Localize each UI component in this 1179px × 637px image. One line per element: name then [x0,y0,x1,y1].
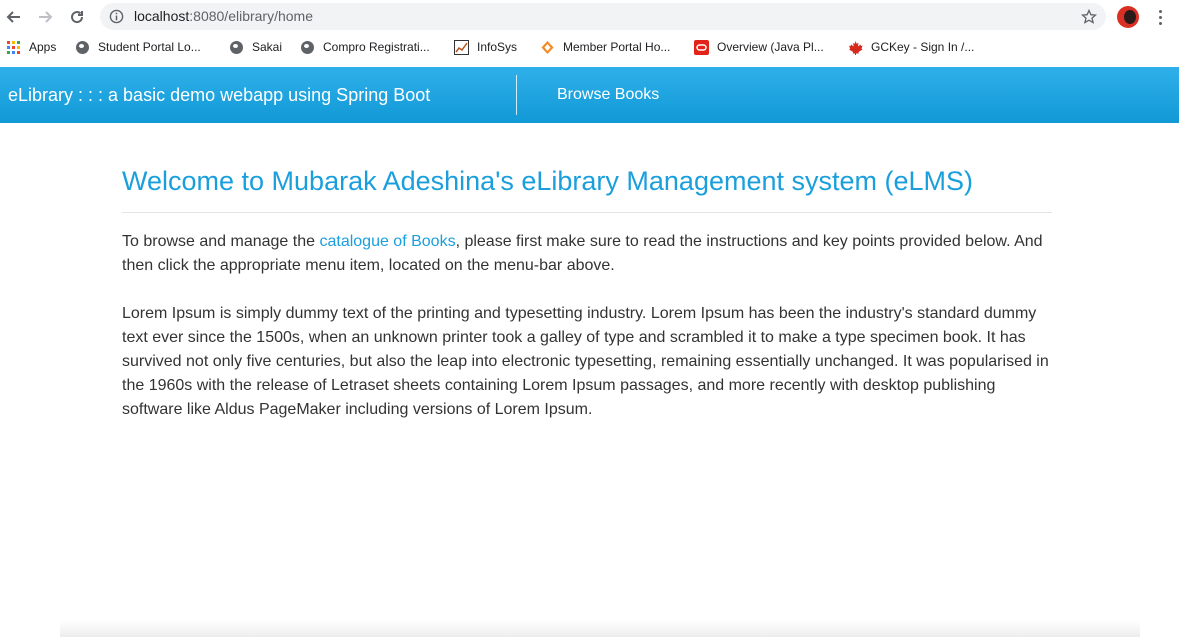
page-title: Welcome to Mubarak Adeshina's eLibrary M… [122,166,974,196]
bookmark-java-overview[interactable]: Overview (Java Pl... [694,38,824,56]
url-text[interactable]: localhost:8080/elibrary/home [134,3,313,30]
avatar-image [1124,10,1136,24]
bookmark-label: Sakai [252,40,283,54]
forward-button[interactable] [33,5,57,29]
globe-icon [75,40,90,55]
lorem-paragraph: Lorem Ipsum is simply dummy text of the … [122,305,1049,418]
globe-icon [300,40,315,55]
bookmark-label: Overview (Java Pl... [717,40,824,54]
intro-paragraph: To browse and manage the catalogue of Bo… [122,230,1052,278]
url-host: localhost [134,8,190,24]
arrow-right-icon [39,11,53,23]
apps-grid-icon [6,40,21,55]
bookmark-compro[interactable]: Compro Registrati... [300,38,430,56]
bookmark-gckey[interactable]: GCKey - Sign In /... [848,38,974,56]
title-divider [122,212,1052,213]
bookmark-apps[interactable]: Apps [6,38,56,56]
intro-text-before: To browse and manage the [122,233,320,250]
bookmark-label: Member Portal Ho... [563,40,671,54]
main-content: Welcome to Mubarak Adeshina's eLibrary M… [122,123,1052,422]
globe-icon [229,40,244,55]
oracle-icon [694,39,709,55]
bookmark-student-portal[interactable]: Student Portal Lo... [75,38,201,56]
diamond-icon [540,40,555,55]
info-icon[interactable] [108,8,125,25]
url-path: :8080/elibrary/home [189,8,314,24]
arrow-left-icon [6,11,20,23]
address-bar[interactable]: localhost:8080/elibrary/home [100,3,1106,30]
navbar-divider [516,75,517,115]
bookmark-label: InfoSys [477,40,518,54]
reload-icon [71,11,84,24]
bookmark-member-portal[interactable]: Member Portal Ho... [540,38,670,56]
bookmark-label: Student Portal Lo... [98,40,201,54]
chart-icon [454,39,469,55]
catalogue-link[interactable]: catalogue of Books [319,233,455,250]
back-button[interactable] [2,5,26,29]
bookmark-star-icon[interactable] [1079,7,1098,26]
maple-leaf-icon [848,40,863,55]
bookmark-label: GCKey - Sign In /... [871,40,975,54]
profile-avatar[interactable] [1117,6,1139,28]
navbar-brand[interactable]: eLibrary : : : a basic demo webapp using… [8,67,430,123]
app-navbar: eLibrary : : : a basic demo webapp using… [0,67,1179,123]
browser-toolbar: localhost:8080/elibrary/home [0,0,1179,34]
bookmark-label: Apps [29,40,57,54]
browse-books-link[interactable]: Browse Books [557,67,659,123]
reload-button[interactable] [65,5,89,29]
footer-shadow [60,620,1140,637]
bookmark-infosys[interactable]: InfoSys [454,38,517,56]
browser-menu-icon[interactable] [1150,7,1170,27]
bookmark-sakai[interactable]: Sakai [229,38,282,56]
bookmark-label: Compro Registrati... [323,40,430,54]
bookmarks-bar: Apps Student Portal Lo... Sakai Compro R… [0,34,1179,61]
